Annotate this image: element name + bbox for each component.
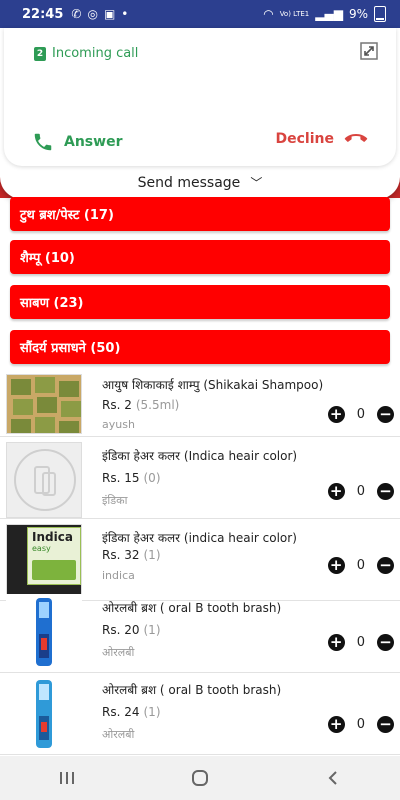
category-label: सौंदर्य प्रसाधने (50): [20, 341, 121, 356]
quantity-stepper: + 0 −: [327, 716, 394, 733]
product-price: Rs. 15 (0): [102, 471, 161, 485]
back-icon: [328, 771, 338, 785]
quantity-value: 0: [356, 717, 365, 732]
quantity-value: 0: [356, 635, 365, 650]
product-row[interactable]: आयुष शिकाकाई शाम्पु (Shikakai Shampoo) R…: [0, 372, 400, 437]
status-bar: 22:45 ✆ ◎ ▣ • ◠ Vo) LTE1 ▂▄▆ 9%: [0, 0, 400, 28]
quantity-stepper: + 0 −: [327, 483, 394, 500]
send-message-button[interactable]: Send message ﹀: [0, 174, 400, 191]
product-price: Rs. 20 (1): [102, 623, 161, 637]
category-toothbrush-paste[interactable]: टुथ ब्रश/पेस्ट (17): [10, 197, 390, 231]
back-button[interactable]: [313, 763, 353, 793]
wifi-icon: ◠: [263, 7, 274, 21]
status-time: 22:45: [22, 6, 64, 22]
product-image-oralb-1: [6, 594, 82, 670]
plus-icon[interactable]: +: [327, 557, 345, 574]
product-image-oralb-2: [6, 676, 82, 752]
quantity-value: 0: [356, 407, 365, 422]
product-name: ओरलबी ब्रश ( oral B tooth brash): [102, 601, 282, 615]
category-shampoo[interactable]: शैम्पू (10): [10, 240, 390, 274]
quantity-stepper: + 0 −: [327, 557, 394, 574]
product-name: ओरलबी ब्रश ( oral B tooth brash): [102, 683, 282, 697]
product-image-indica: Indica easy: [6, 524, 82, 600]
sim-icon: 2: [34, 46, 46, 61]
chevron-down-icon: ﹀: [250, 176, 263, 190]
send-message-label: Send message: [137, 175, 241, 191]
category-label: शैम्पू (10): [20, 251, 75, 266]
call-title: 2 Incoming call: [34, 46, 138, 61]
recents-button[interactable]: [47, 763, 87, 793]
product-row[interactable]: ओरलबी ब्रश ( oral B tooth brash) Rs. 24(…: [0, 674, 400, 755]
quantity-value: 0: [356, 484, 365, 499]
product-image-shikakai: [6, 374, 82, 434]
category-cosmetics[interactable]: सौंदर्य प्रसाधने (50): [10, 330, 390, 364]
phone-answer-icon: [34, 133, 52, 151]
minus-icon[interactable]: −: [377, 634, 394, 651]
phone-decline-icon: [344, 134, 368, 142]
category-label: साबण (23): [20, 296, 84, 311]
product-name: इंडिका हेअर कलर (indica heair color): [102, 531, 297, 545]
call-card: 2 Incoming call Answer Decline: [4, 28, 396, 166]
decline-button[interactable]: Decline: [276, 131, 368, 147]
product-row[interactable]: Indica easy इंडिका हेअर कलर (indica heai…: [0, 520, 400, 601]
product-price: Rs. 24 (1): [102, 705, 161, 719]
product-row[interactable]: इंडिका हेअर कलर (Indica heair color) Rs.…: [0, 438, 400, 519]
plus-icon[interactable]: +: [327, 716, 345, 733]
product-brand: इंडिका: [102, 494, 128, 507]
quantity-value: 0: [356, 558, 365, 573]
dot-icon: •: [121, 7, 129, 21]
product-image-placeholder: [6, 442, 82, 518]
answer-button[interactable]: Answer: [32, 131, 122, 153]
product-name: आयुष शिकाकाई शाम्पु (Shikakai Shampoo): [102, 378, 324, 392]
plus-icon[interactable]: +: [327, 406, 345, 423]
network-label: Vo) LTE1: [279, 10, 310, 18]
product-price: Rs. 2 (5.5ml): [102, 398, 180, 412]
minus-icon[interactable]: −: [377, 483, 394, 500]
plus-icon[interactable]: +: [327, 483, 345, 500]
minus-icon[interactable]: −: [377, 557, 394, 574]
expand-icon[interactable]: [360, 42, 378, 60]
product-row[interactable]: ओरलबी ब्रश ( oral B tooth brash) Rs. 20(…: [0, 592, 400, 673]
whatsapp-icon: ◎: [87, 7, 98, 21]
system-nav-bar: [0, 756, 400, 800]
home-button[interactable]: [180, 763, 220, 793]
recents-icon: [59, 772, 74, 784]
answer-label: Answer: [64, 134, 123, 150]
battery-percent: 9%: [348, 7, 368, 21]
decline-label: Decline: [275, 131, 334, 147]
phone-icon: ✆: [71, 7, 82, 21]
quantity-stepper: + 0 −: [327, 406, 394, 423]
battery-icon: [374, 6, 386, 22]
category-soap[interactable]: साबण (23): [10, 285, 390, 319]
indica-logo-text: Indica: [32, 530, 73, 544]
call-title-text: Incoming call: [52, 46, 139, 61]
product-name: इंडिका हेअर कलर (Indica heair color): [102, 449, 298, 463]
quantity-stepper: + 0 −: [327, 634, 394, 651]
gallery-icon: ▣: [103, 7, 116, 21]
plus-icon[interactable]: +: [327, 634, 345, 651]
minus-icon[interactable]: −: [377, 716, 394, 733]
indica-logo-sub: easy: [32, 544, 51, 553]
minus-icon[interactable]: −: [377, 406, 394, 423]
product-brand: ओरलबी: [102, 646, 135, 659]
product-price: Rs. 32 (1): [102, 548, 161, 562]
incoming-call-panel: 2 Incoming call Answer Decline Send mess…: [0, 28, 400, 199]
signal-icon: ▂▄▆: [315, 7, 343, 21]
product-brand: indica: [102, 569, 135, 582]
category-label: टुथ ब्रश/पेस्ट (17): [20, 208, 114, 223]
product-brand: ayush: [102, 418, 135, 431]
home-icon: [191, 770, 208, 786]
product-brand: ओरलबी: [102, 728, 135, 741]
